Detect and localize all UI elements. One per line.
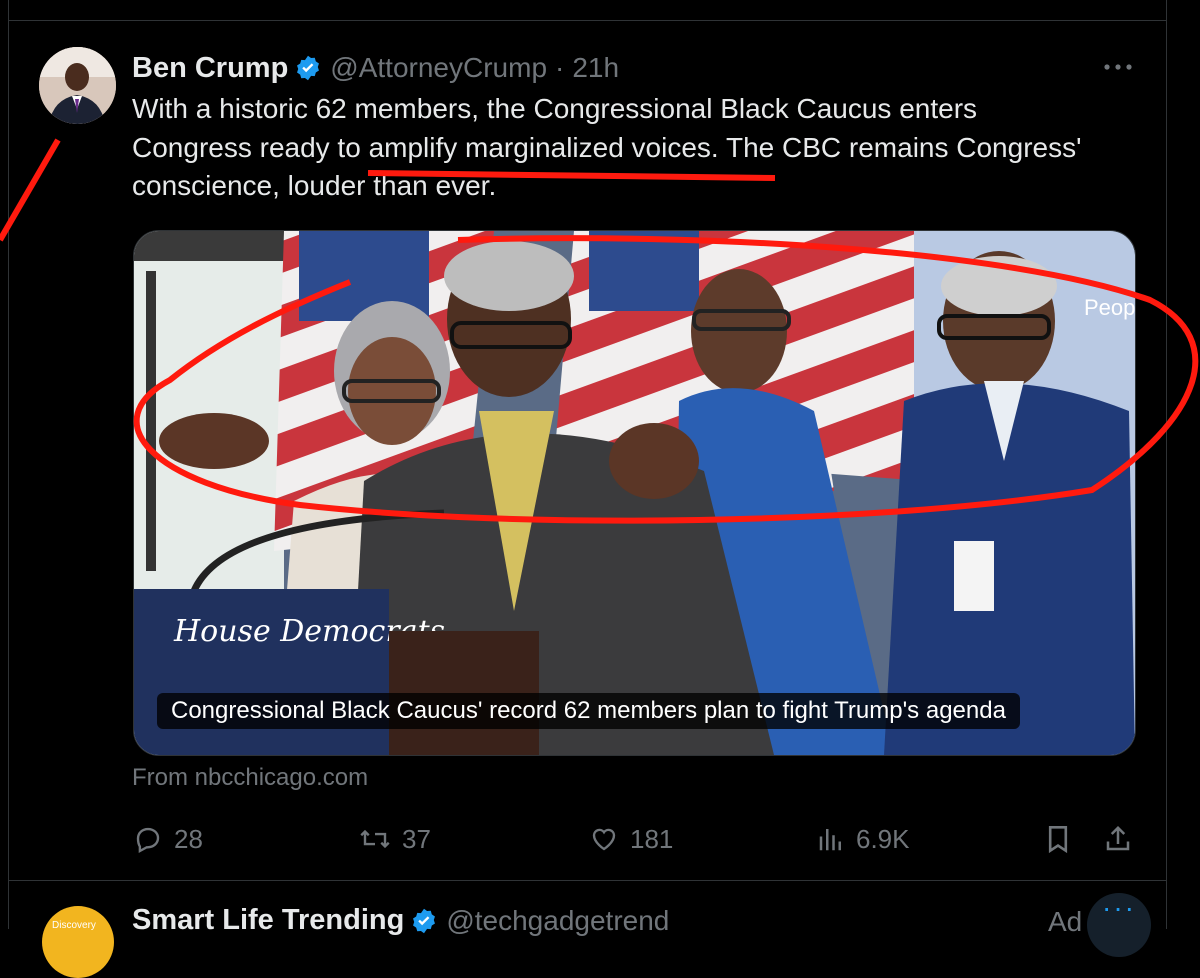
floating-more-button[interactable]: ··· [1087, 893, 1151, 957]
reply-count: 28 [174, 823, 203, 854]
views-icon [819, 829, 841, 851]
more-icon: ··· [1102, 892, 1136, 923]
tweet-text-line: With a historic 62 members, the Congress… [132, 93, 978, 124]
share-button[interactable] [1098, 818, 1138, 860]
views-count: 6.9K [856, 823, 910, 854]
author-handle[interactable]: @AttorneyCrump [330, 52, 547, 84]
views-button[interactable]: 6.9K [816, 818, 910, 860]
banner-text: People [1084, 295, 1135, 320]
more-icon[interactable] [1100, 52, 1136, 82]
next-avatar-text: Discovery [52, 920, 96, 931]
bookmark-button[interactable] [1038, 818, 1078, 860]
next-author-handle[interactable]: @techgadgetrend [446, 905, 669, 937]
repost-button[interactable]: 37 [358, 818, 431, 860]
repost-count: 37 [402, 823, 431, 854]
share-icon [1106, 825, 1130, 851]
reply-icon [136, 827, 160, 854]
next-author-name[interactable]: Smart Life Trending [132, 904, 404, 937]
link-card[interactable]: People House Democrats Congressional Bla… [133, 230, 1136, 756]
like-icon [592, 828, 616, 851]
separator-dot: · [555, 52, 565, 83]
tweet-text: With a historic 62 members, the Congress… [132, 90, 1152, 206]
tweet-header: Ben Crump @AttorneyCrump · 21h [132, 48, 619, 88]
card-source[interactable]: From nbcchicago.com [132, 764, 368, 792]
reply-button[interactable]: 28 [132, 818, 203, 860]
next-author-avatar[interactable]: Discovery [42, 906, 114, 978]
tweet-text-line: conscience, louder than ever. [132, 170, 497, 201]
tweet-top-border [8, 20, 1167, 21]
like-button[interactable]: 181 [588, 818, 673, 860]
like-count: 181 [630, 823, 674, 854]
author-avatar[interactable] [39, 47, 116, 124]
timeline-right-border [1166, 0, 1167, 929]
bookmark-icon [1048, 826, 1068, 854]
tweet-divider [8, 880, 1167, 881]
verified-badge-icon [294, 54, 322, 82]
verified-badge-icon [410, 907, 438, 935]
card-caption: Congressional Black Caucus' record 62 me… [157, 693, 1020, 729]
tweet-timestamp[interactable]: 21h [572, 52, 619, 84]
tweet-text-line: Congress ready to amplify marginalized v… [132, 131, 1082, 163]
next-tweet-header: Smart Life Trending @techgadgetrend [132, 904, 669, 937]
timeline-left-border [8, 0, 9, 929]
card-photo: People House Democrats [134, 231, 1135, 755]
ad-label: Ad [1048, 906, 1083, 937]
author-name[interactable]: Ben Crump [132, 52, 288, 85]
repost-icon [360, 829, 390, 849]
